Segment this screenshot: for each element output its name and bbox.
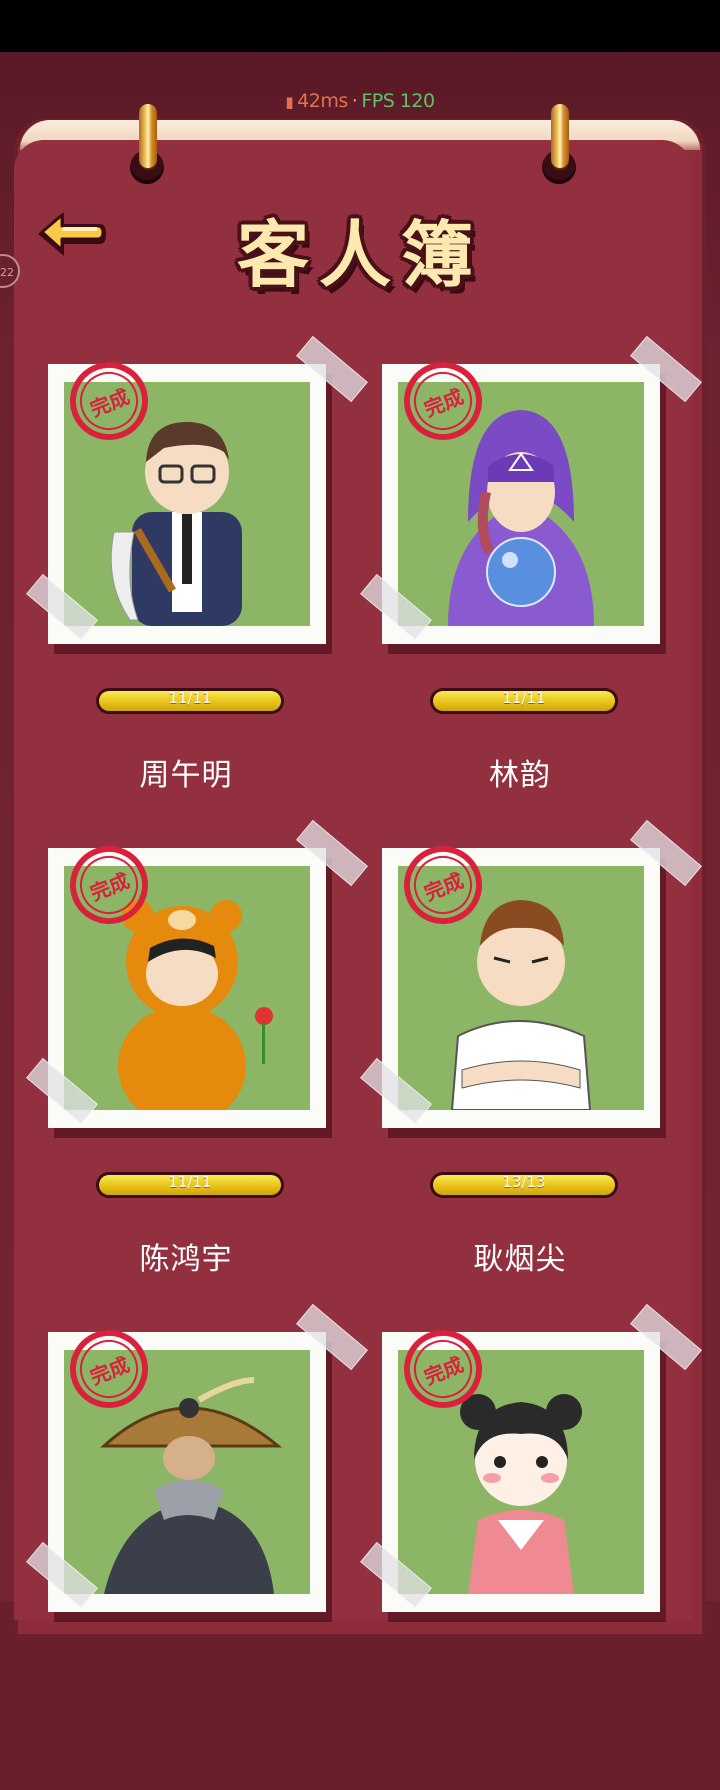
- guest-card[interactable]: 完成 11/11 林韵: [348, 332, 702, 822]
- guest-photo[interactable]: 完成: [382, 834, 660, 1128]
- guest-card[interactable]: 完成 11/11 陈鸿宇: [14, 816, 368, 1306]
- page-title: 客人簿: [236, 213, 483, 297]
- progress-bar: 11/11: [430, 688, 618, 714]
- progress-bar: 11/11: [96, 1172, 284, 1198]
- binding-ring-left: [139, 104, 157, 168]
- signal-bars-icon: ▮: [285, 93, 294, 111]
- latency-text: 42ms: [297, 90, 348, 112]
- status-bar: [0, 0, 720, 52]
- guest-name: 耿烟尖: [473, 1242, 567, 1277]
- guest-photo[interactable]: 完成: [48, 1318, 326, 1612]
- guest-photo[interactable]: 完成: [48, 350, 326, 644]
- guest-photo[interactable]: 完成: [382, 1318, 660, 1612]
- binding-ring-right: [551, 104, 569, 168]
- progress-text: 11/11: [168, 689, 212, 707]
- guest-card[interactable]: 完成: [14, 1300, 368, 1790]
- separator: ·: [351, 90, 358, 112]
- progress-bar: 13/13: [430, 1172, 618, 1198]
- guest-card[interactable]: 完成 13/13 耿烟尖: [348, 816, 702, 1306]
- progress-text: 13/13: [502, 1173, 546, 1191]
- performance-overlay: ▮ 42ms · FPS 120: [0, 90, 720, 112]
- guest-name: 林韵: [489, 758, 551, 793]
- guest-name: 陈鸿宇: [139, 1242, 233, 1277]
- guest-name: 周午明: [139, 758, 233, 793]
- progress-text: 11/11: [502, 689, 546, 707]
- progress-bar: 11/11: [96, 688, 284, 714]
- progress-text: 11/11: [168, 1173, 212, 1191]
- fps-text: FPS 120: [361, 90, 435, 112]
- guest-card[interactable]: 完成 11/11 周午明: [14, 332, 368, 822]
- guest-photo[interactable]: 完成: [48, 834, 326, 1128]
- guest-photo[interactable]: 完成: [382, 350, 660, 644]
- guest-card[interactable]: 完成: [348, 1300, 702, 1790]
